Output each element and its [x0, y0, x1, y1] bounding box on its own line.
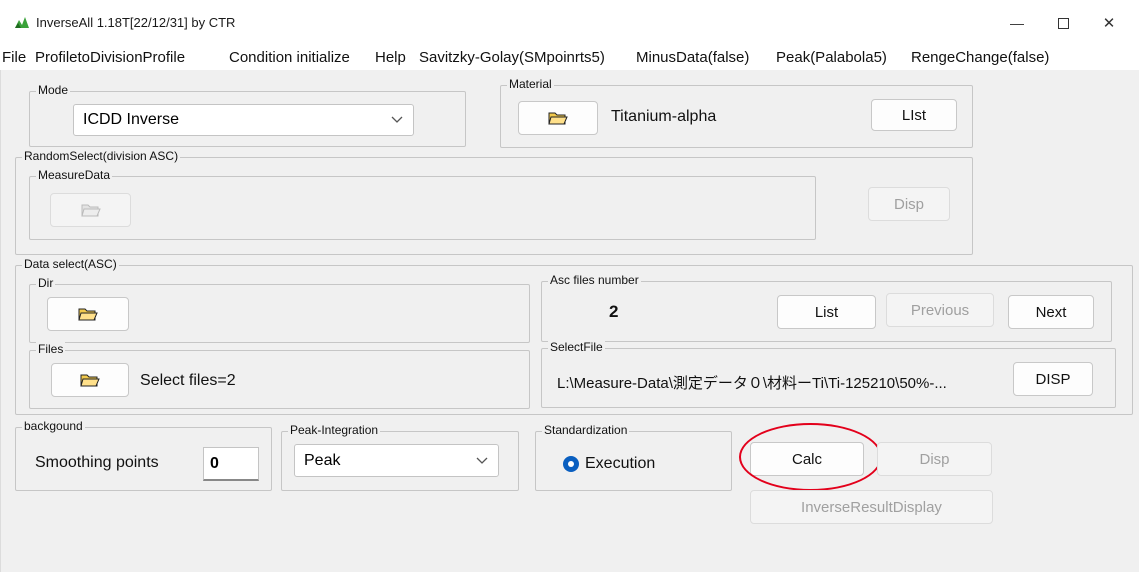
folder-open-icon [80, 374, 100, 387]
random-disp-button[interactable]: Disp [868, 187, 950, 221]
folder-open-icon [548, 112, 568, 125]
previous-button[interactable]: Previous [886, 293, 994, 327]
material-label: Material [507, 77, 554, 91]
asc-files-count: 2 [609, 302, 619, 321]
menu-savitzky-golay[interactable]: Savitzky-Golay(SMpoinrts5) [419, 49, 605, 66]
material-list-button[interactable]: LIst [871, 99, 957, 131]
maximize-icon [1057, 17, 1069, 29]
minimize-button[interactable]: — [994, 8, 1040, 38]
background-label: backgound [22, 419, 85, 433]
mode-select-value: ICDD Inverse [83, 111, 180, 128]
files-count-text: Select files=2 [140, 372, 236, 389]
measure-data-folder-button[interactable] [50, 193, 131, 227]
peak-integration-value: Peak [304, 451, 341, 469]
random-select-label: RandomSelect(division ASC) [22, 149, 181, 163]
execution-radio[interactable] [563, 456, 579, 472]
menu-condition-initialize[interactable]: Condition initialize [229, 49, 350, 66]
menu-file[interactable]: File [2, 49, 26, 66]
close-icon: ✕ [1102, 15, 1116, 32]
close-button[interactable]: ✕ [1086, 8, 1132, 38]
dir-folder-button[interactable] [47, 297, 129, 331]
minimize-icon: — [1010, 15, 1024, 31]
material-folder-button[interactable] [518, 101, 598, 135]
dir-label: Dir [36, 276, 56, 290]
menu-help[interactable]: Help [375, 49, 406, 66]
smoothing-points-input[interactable]: 0 [203, 447, 259, 481]
menu-profile-to-division[interactable]: ProfiletoDivisionProfile [35, 49, 185, 66]
menu-minus-data[interactable]: MinusData(false) [636, 49, 749, 66]
radio-dot-icon [568, 461, 574, 467]
files-folder-button[interactable] [51, 363, 129, 397]
peak-integration-select[interactable]: Peak [294, 444, 499, 477]
folder-open-icon [78, 308, 98, 321]
execution-label: Execution [585, 455, 656, 472]
title-bar: InverseAll 1.18T[22/12/31] by CTR — ✕ [0, 0, 1139, 44]
select-file-label: SelectFile [548, 340, 605, 354]
measure-data-label: MeasureData [36, 168, 113, 182]
folder-open-icon [80, 204, 101, 217]
mode-select[interactable]: ICDD Inverse [73, 104, 414, 136]
result-disp-button[interactable]: Disp [877, 442, 992, 476]
chevron-down-icon [476, 457, 488, 464]
data-select-label: Data select(ASC) [22, 257, 119, 271]
select-file-path: L:\Measure-Data\測定データ０\材料ーTi\Ti-125210\5… [557, 375, 947, 392]
annotation-circle [739, 423, 882, 491]
files-label: Files [36, 342, 66, 356]
material-name: Titanium-alpha [611, 108, 717, 125]
select-file-disp-button[interactable]: DISP [1013, 362, 1093, 396]
asc-list-button[interactable]: List [777, 295, 876, 329]
measure-data-group: MeasureData [29, 168, 816, 240]
smoothing-points-label: Smoothing points [35, 454, 159, 471]
standardization-label: Standardization [542, 423, 630, 437]
app-icon [14, 15, 30, 29]
window-title: InverseAll 1.18T[22/12/31] by CTR [36, 15, 236, 30]
menu-peak[interactable]: Peak(Palabola5) [776, 49, 887, 66]
maximize-button[interactable] [1040, 8, 1086, 38]
mode-label: Mode [36, 83, 71, 97]
menu-renge-change[interactable]: RengeChange(false) [911, 49, 1049, 66]
menu-bar: File ProfiletoDivisionProfile Condition … [0, 44, 1139, 70]
peak-integration-label: Peak-Integration [288, 423, 381, 437]
next-button[interactable]: Next [1008, 295, 1094, 329]
asc-files-label: Asc files number [548, 273, 641, 287]
chevron-down-icon [391, 116, 403, 123]
inverse-result-display-button[interactable]: InverseResultDisplay [750, 490, 993, 524]
